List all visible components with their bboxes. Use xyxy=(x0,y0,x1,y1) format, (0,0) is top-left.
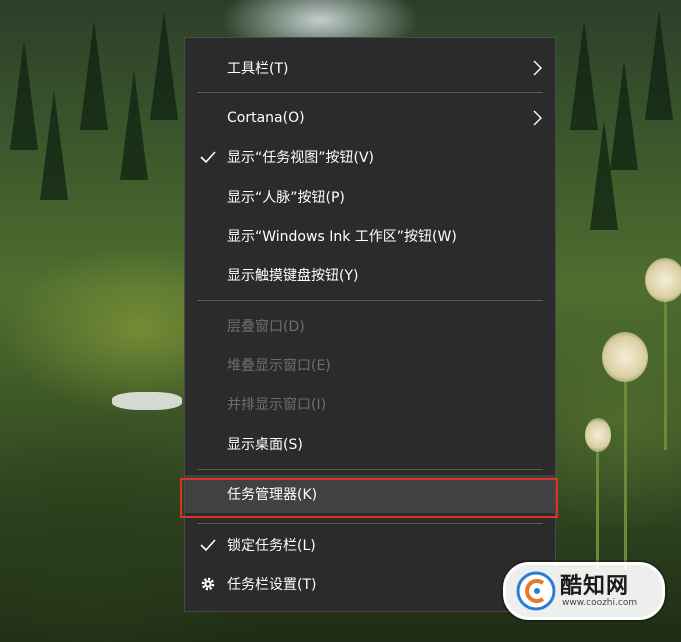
menu-separator xyxy=(197,523,543,524)
watermark-subtitle: www.coozhi.com xyxy=(562,598,638,608)
gear-icon xyxy=(201,577,215,591)
menu-separator xyxy=(197,300,543,301)
watermark-logo: 酷知网 www.coozhi.com xyxy=(503,562,665,620)
snow-patch xyxy=(112,392,182,410)
chevron-right-icon xyxy=(533,110,542,126)
menu-item-show-windows-ink-button[interactable]: 显示“Windows Ink 工作区”按钮(W) xyxy=(185,217,555,255)
menu-item-label: 工具栏(T) xyxy=(227,61,289,77)
menu-separator xyxy=(197,469,543,470)
menu-item-show-task-view-button[interactable]: 显示“任务视图”按钮(V) xyxy=(185,138,555,176)
menu-item-label: 层叠窗口(D) xyxy=(227,319,305,335)
menu-item-label: Cortana(O) xyxy=(227,110,305,126)
highlight-box xyxy=(180,478,558,518)
menu-item-side-by-side-windows: 并排显示窗口(I) xyxy=(185,385,555,423)
checkmark-icon xyxy=(200,539,216,552)
menu-item-label: 显示“任务视图”按钮(V) xyxy=(227,150,375,166)
coozhi-logo-icon xyxy=(516,571,556,611)
menu-item-label: 显示桌面(S) xyxy=(227,437,303,453)
chevron-right-icon xyxy=(533,60,542,76)
menu-item-label: 并排显示窗口(I) xyxy=(227,397,327,413)
menu-item-lock-taskbar[interactable]: 锁定任务栏(L) xyxy=(185,526,555,564)
menu-separator xyxy=(197,92,543,93)
taskbar-context-menu: 工具栏(T) Cortana(O) 显示“任务视图”按钮(V) 显示“人脉”按钮… xyxy=(184,37,556,612)
watermark-title: 酷知网 xyxy=(560,574,630,599)
menu-item-cascade-windows: 层叠窗口(D) xyxy=(185,307,555,345)
menu-item-cortana[interactable]: Cortana(O) xyxy=(185,99,555,137)
menu-item-label: 显示“Windows Ink 工作区”按钮(W) xyxy=(227,229,457,245)
menu-item-label: 显示“人脉”按钮(P) xyxy=(227,190,345,206)
checkmark-icon xyxy=(200,151,216,164)
menu-item-stack-windows: 堆叠显示窗口(E) xyxy=(185,346,555,384)
menu-item-label: 锁定任务栏(L) xyxy=(227,538,316,554)
menu-item-label: 堆叠显示窗口(E) xyxy=(227,358,331,374)
menu-item-toolbars[interactable]: 工具栏(T) xyxy=(185,49,555,87)
menu-item-taskbar-settings[interactable]: 任务栏设置(T) xyxy=(185,565,555,603)
menu-item-show-desktop[interactable]: 显示桌面(S) xyxy=(185,425,555,463)
menu-item-show-touch-keyboard-button[interactable]: 显示触摸键盘按钮(Y) xyxy=(185,256,555,294)
menu-item-label: 显示触摸键盘按钮(Y) xyxy=(227,268,359,284)
menu-item-label: 任务栏设置(T) xyxy=(227,577,317,593)
menu-item-show-people-button[interactable]: 显示“人脉”按钮(P) xyxy=(185,178,555,216)
